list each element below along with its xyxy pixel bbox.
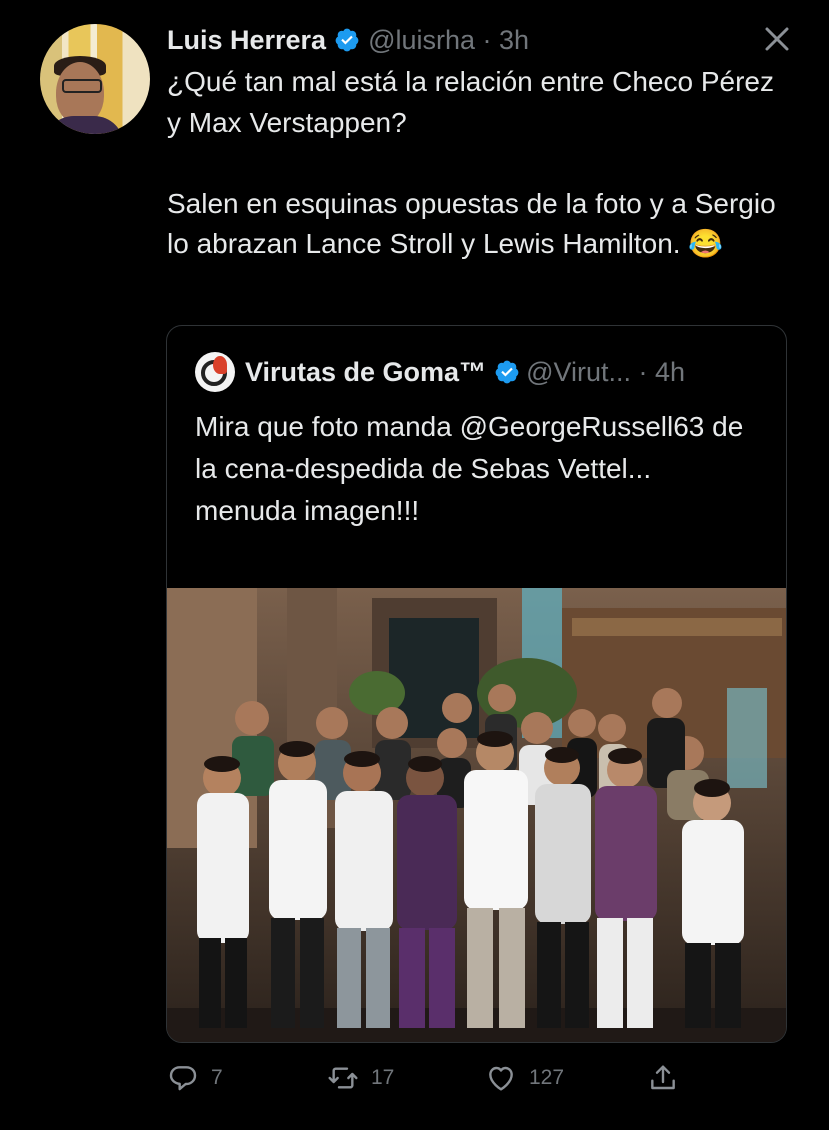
- verified-badge-icon: [335, 28, 359, 52]
- tweet-text: ¿Qué tan mal está la relación entre Chec…: [167, 66, 776, 259]
- heart-icon: [489, 1066, 513, 1091]
- verified-badge-icon: [495, 360, 519, 384]
- avatar-flame: [213, 356, 227, 374]
- avatar-face: [56, 62, 104, 124]
- reply-action[interactable]: 7: [167, 1062, 223, 1094]
- author-handle-time[interactable]: @luisrha · 3h: [368, 25, 529, 56]
- group-photo-illustration: [167, 588, 786, 1042]
- retweet-count: 17: [371, 1066, 395, 1089]
- like-action[interactable]: 127: [485, 1062, 564, 1094]
- group-photo[interactable]: [167, 588, 786, 1042]
- quoted-author-name[interactable]: Virutas de Goma™: [245, 357, 486, 388]
- share-action[interactable]: [647, 1062, 691, 1094]
- like-count: 127: [529, 1066, 565, 1089]
- quoted-author-handle-time[interactable]: @Virut... · 4h: [526, 357, 685, 388]
- close-icon[interactable]: [762, 24, 792, 54]
- retweet-action[interactable]: 17: [327, 1062, 394, 1094]
- author-name[interactable]: Luis Herrera: [167, 25, 326, 56]
- quoted-tweet-header: Virutas de Goma™ @Virut... · 4h: [195, 352, 685, 392]
- avatar-glasses: [62, 79, 102, 93]
- retweet-icon: [328, 1067, 358, 1089]
- tweet-header: Luis Herrera @luisrha · 3h: [167, 22, 529, 58]
- tweet-actions: 7 17 127: [167, 1062, 787, 1098]
- quoted-author-avatar[interactable]: [195, 352, 235, 392]
- author-avatar[interactable]: [40, 24, 150, 134]
- quoted-tweet[interactable]: Virutas de Goma™ @Virut... · 4h Mira que…: [166, 325, 787, 1043]
- avatar-shirt: [44, 116, 124, 134]
- reply-count: 7: [211, 1066, 223, 1089]
- share-icon: [651, 1065, 675, 1090]
- reply-icon: [169, 1066, 197, 1091]
- quoted-tweet-text: Mira que foto manda @GeorgeRussell63 de …: [195, 411, 744, 526]
